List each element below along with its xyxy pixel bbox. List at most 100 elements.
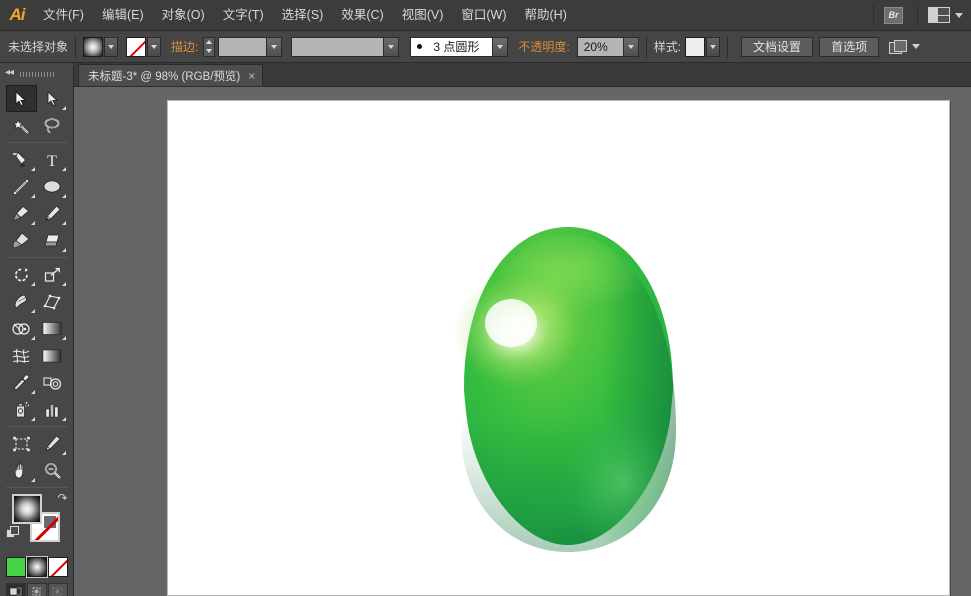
preferences-button[interactable]: 首选项	[819, 36, 880, 57]
selection-status-label: 未选择对象	[8, 40, 69, 54]
gradient-tool[interactable]	[37, 342, 68, 369]
ellipse-tool[interactable]	[37, 173, 68, 200]
style-dropdown[interactable]	[706, 36, 721, 57]
stroke-color-swatch[interactable]	[126, 36, 147, 57]
graphic-style-swatch[interactable]	[685, 36, 706, 57]
opacity-label[interactable]: 不透明度:	[518, 38, 569, 55]
default-fill-stroke-icon[interactable]	[5, 526, 19, 538]
brush-dropdown-button[interactable]	[492, 37, 508, 56]
control-divider-1	[75, 35, 77, 58]
free-transform-tool[interactable]	[37, 288, 68, 315]
type-tool[interactable]: T	[37, 146, 68, 173]
chevron-down-icon[interactable]	[955, 12, 963, 18]
draw-normal-button[interactable]	[5, 583, 26, 596]
chevron-down-icon[interactable]	[912, 44, 921, 49]
tool-grid-group-4	[6, 430, 68, 484]
width-warp-tool[interactable]	[6, 288, 37, 315]
arrange-documents-icon[interactable]	[928, 7, 950, 23]
color-mode-row	[5, 557, 68, 577]
document-setup-button[interactable]: 文档设置	[741, 36, 814, 57]
line-segment-tool[interactable]	[6, 173, 37, 200]
direct-selection-tool[interactable]	[37, 85, 68, 112]
stroke-profile-dropdown-button[interactable]	[383, 37, 399, 56]
scale-tool[interactable]	[37, 261, 68, 288]
document-tab-title: 未标题-3* @ 98% (RGB/预览)	[88, 70, 241, 83]
control-divider-2	[645, 35, 647, 58]
selection-tool[interactable]	[5, 85, 37, 112]
control-divider-3	[727, 35, 729, 58]
lasso-tool[interactable]	[37, 112, 68, 139]
color-mode-swatch[interactable]	[5, 557, 26, 577]
fill-swatch-dropdown[interactable]	[104, 36, 119, 57]
hand-tool[interactable]	[6, 457, 37, 484]
menu-object[interactable]: 对象(O)	[153, 0, 214, 31]
control-bar: 未选择对象 描边: 3 点圆形 不透明度: 20% 样式: 文档设置 首选项	[0, 31, 971, 63]
brush-definition-value: 3 点圆形	[433, 40, 480, 54]
menu-view[interactable]: 视图(V)	[393, 0, 453, 31]
opacity-dropdown-button[interactable]	[622, 37, 638, 56]
menu-window[interactable]: 窗口(W)	[452, 0, 515, 31]
none-mode-swatch[interactable]	[47, 557, 68, 577]
illustrator-window: Ai 文件(F) 编辑(E) 对象(O) 文字(T) 选择(S) 效果(C) 视…	[0, 0, 971, 596]
tools-panel-header: ◂◂	[0, 63, 73, 85]
app-logo-icon: Ai	[9, 5, 26, 24]
arrange-documents-control-icon[interactable]	[889, 39, 908, 54]
stroke-profile-combo[interactable]	[291, 36, 400, 57]
draw-behind-button[interactable]	[26, 583, 47, 596]
brush-definition-combo[interactable]: 3 点圆形	[410, 36, 509, 57]
menu-effect[interactable]: 效果(C)	[332, 0, 392, 31]
fill-color-swatch[interactable]	[83, 36, 104, 57]
chevron-down-icon	[271, 44, 278, 49]
fill-stroke-proxy: ↷	[5, 492, 68, 552]
rotate-tool[interactable]	[6, 261, 37, 288]
stroke-weight-label[interactable]: 描边:	[171, 38, 198, 55]
perspective-grid-tool[interactable]	[37, 315, 68, 342]
green-egg-shape[interactable]	[168, 101, 951, 596]
document-tab[interactable]: 未标题-3* @ 98% (RGB/预览) ×	[78, 64, 264, 86]
menu-file[interactable]: 文件(F)	[34, 0, 93, 31]
chevron-down-icon	[497, 44, 504, 49]
shape-builder-tool[interactable]	[6, 315, 37, 342]
mesh-tool[interactable]	[6, 342, 37, 369]
symbol-sprayer-tool[interactable]	[6, 396, 37, 423]
eraser-tool[interactable]	[37, 227, 68, 254]
blend-tool[interactable]	[37, 369, 68, 396]
menu-type[interactable]: 文字(T)	[214, 0, 273, 31]
zoom-tool[interactable]	[37, 457, 68, 484]
opacity-combo[interactable]: 20%	[576, 36, 639, 57]
stroke-swatch-dropdown[interactable]	[147, 36, 162, 57]
chevron-down-icon	[388, 44, 395, 49]
column-graph-tool[interactable]	[37, 396, 68, 423]
menu-help[interactable]: 帮助(H)	[516, 0, 576, 31]
menu-select[interactable]: 选择(S)	[273, 0, 333, 31]
canvas-area[interactable]	[74, 87, 971, 596]
stroke-weight-stepper[interactable]	[203, 36, 216, 57]
pencil-tool[interactable]	[37, 200, 68, 227]
slice-tool[interactable]	[37, 430, 68, 457]
stroke-weight-combo[interactable]	[218, 36, 283, 57]
panel-grip[interactable]	[20, 72, 54, 77]
tool-grid-group-1	[5, 85, 68, 139]
chevron-down-icon	[710, 44, 717, 49]
stroke-weight-dropdown-button[interactable]	[266, 37, 282, 56]
gradient-mode-swatch[interactable]	[26, 557, 47, 577]
artboard[interactable]	[167, 100, 950, 596]
bridge-icon[interactable]: Br	[884, 6, 903, 24]
tools-divider-1	[5, 142, 68, 143]
magic-wand-tool[interactable]	[6, 112, 37, 139]
chevron-down-icon	[627, 44, 634, 49]
eyedropper-tool[interactable]	[6, 369, 37, 396]
artboard-tool[interactable]	[6, 430, 37, 457]
menu-edit[interactable]: 编辑(E)	[93, 0, 153, 31]
close-icon[interactable]: ×	[248, 69, 255, 83]
tools-divider-4	[5, 487, 68, 488]
document-tab-bar: 未标题-3* @ 98% (RGB/预览) ×	[74, 63, 971, 87]
draw-inside-button[interactable]	[47, 583, 68, 596]
chevron-down-icon	[108, 44, 115, 49]
double-chevron-left-icon[interactable]: ◂◂	[5, 67, 14, 78]
swap-fill-stroke-icon[interactable]: ↷	[57, 492, 67, 504]
paintbrush-tool[interactable]	[6, 200, 37, 227]
fill-proxy-swatch[interactable]	[11, 494, 42, 524]
blob-brush-tool[interactable]	[6, 227, 37, 254]
pen-tool[interactable]	[6, 146, 37, 173]
